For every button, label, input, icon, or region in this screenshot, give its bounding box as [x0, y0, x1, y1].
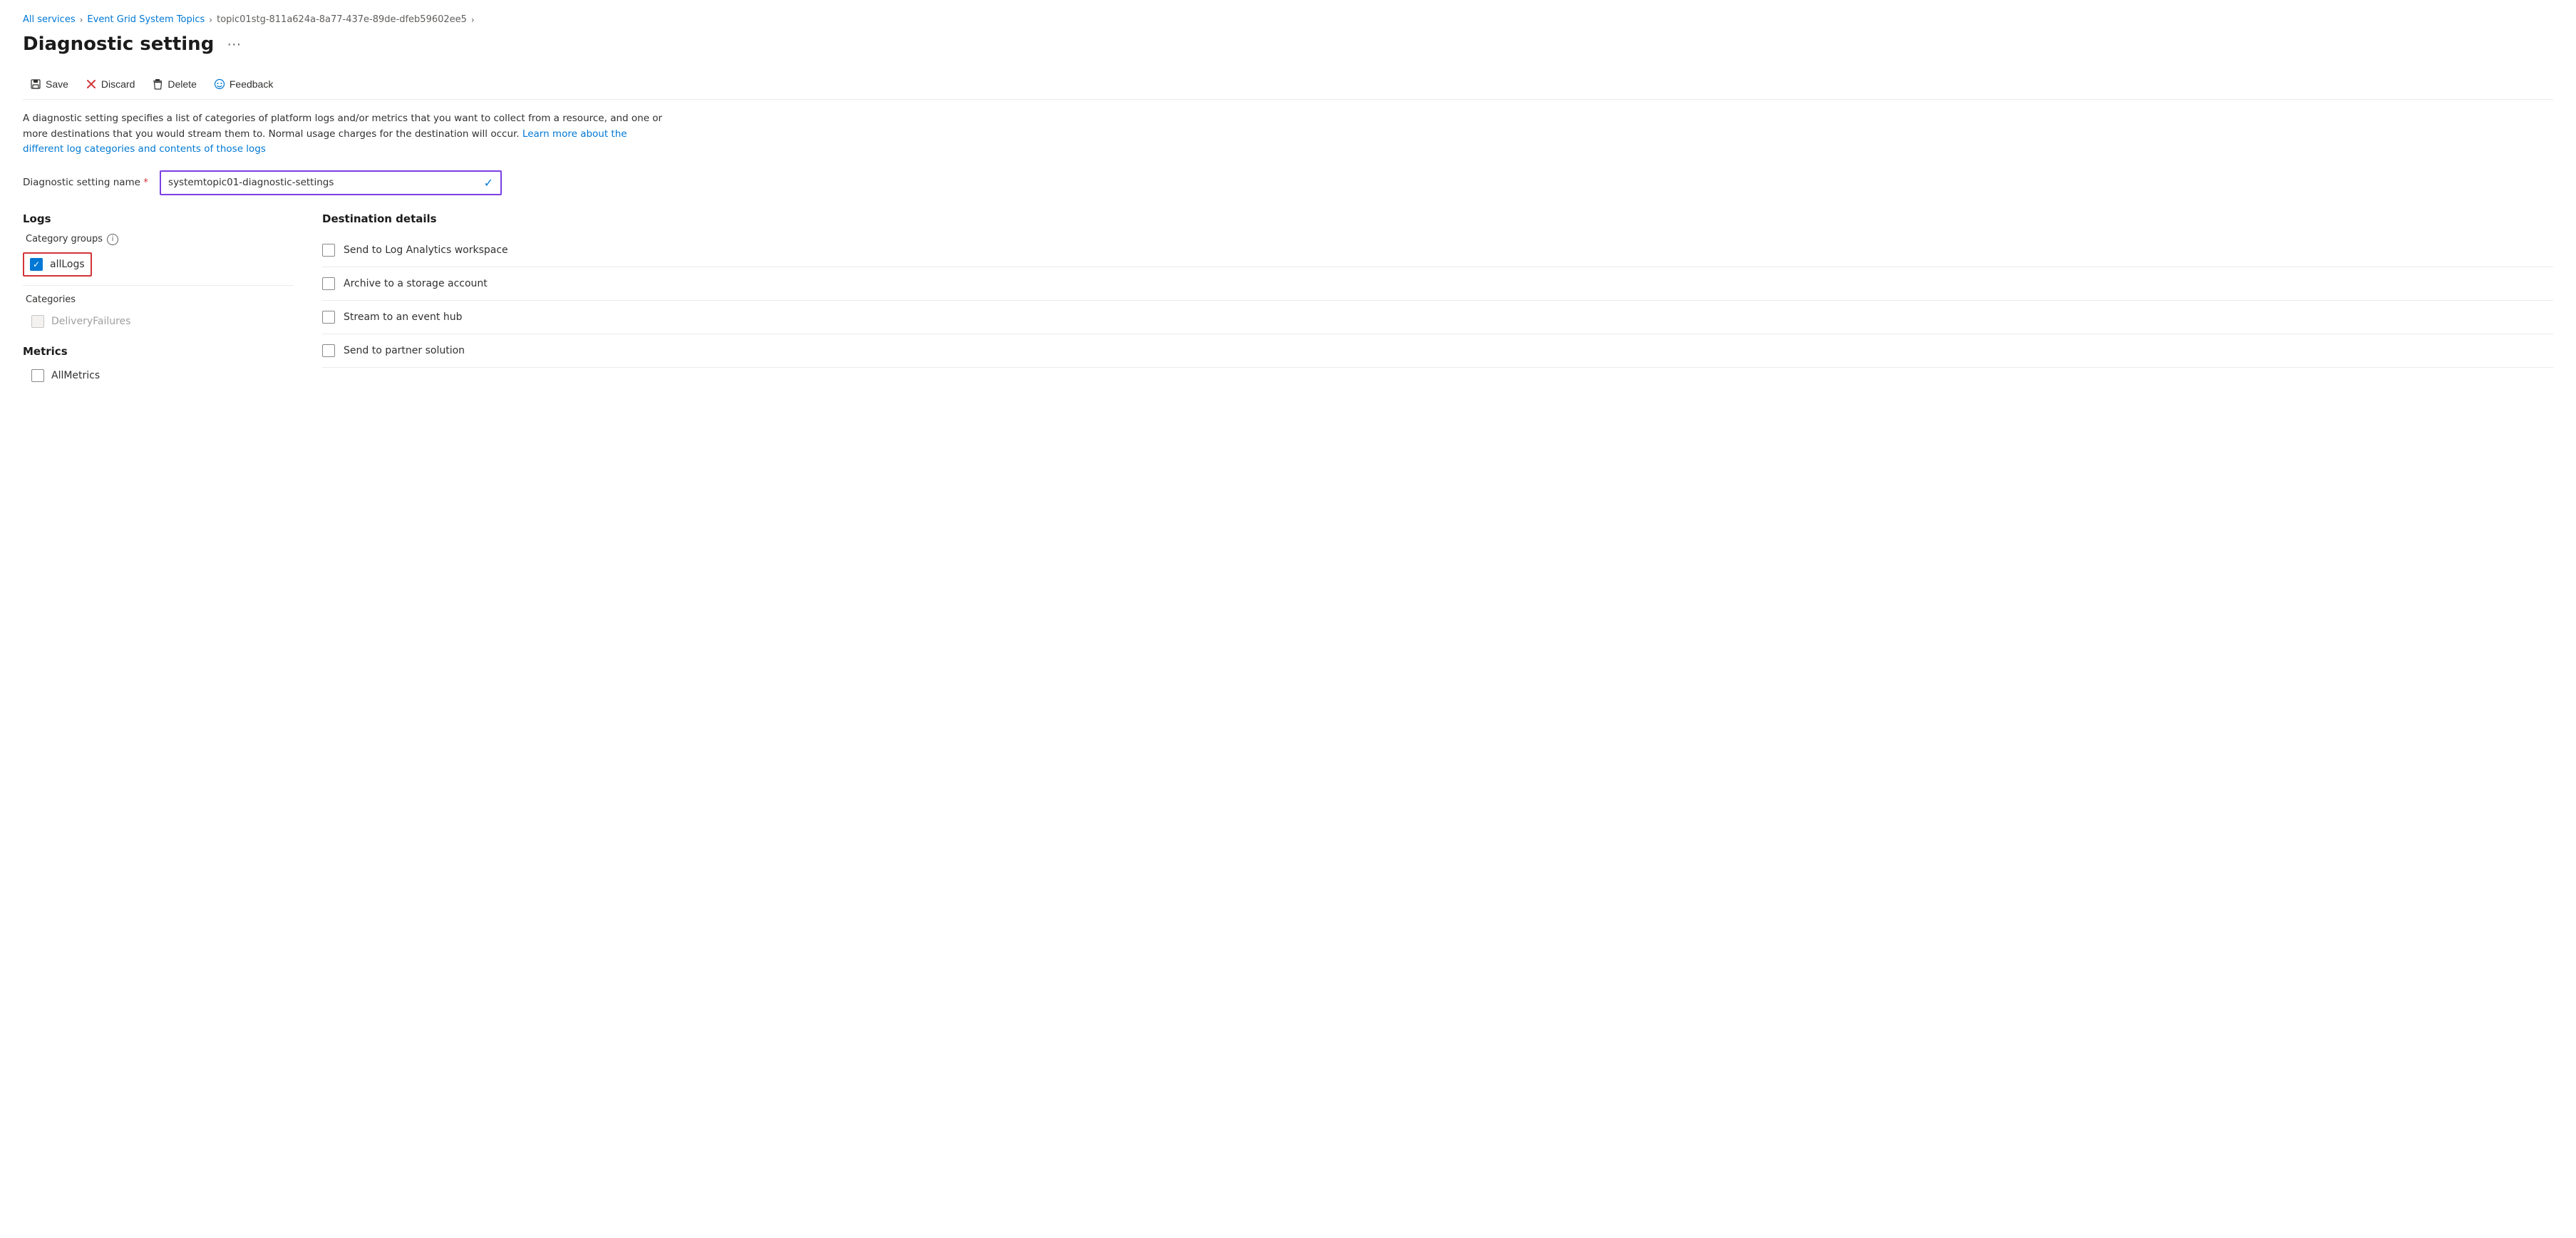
log-analytics-label: Send to Log Analytics workspace: [344, 244, 508, 256]
breadcrumb-topic: topic01stg-811a624a-8a77-437e-89de-dfeb5…: [217, 14, 467, 25]
log-analytics-checkbox[interactable]: [322, 244, 335, 257]
main-layout: Logs Category groups i allLogs Categorie…: [23, 212, 2553, 385]
setting-name-value: systemtopic01-diagnostic-settings: [168, 177, 334, 188]
ellipsis-button[interactable]: ···: [222, 35, 245, 54]
page-title-row: Diagnostic setting ···: [23, 33, 2553, 55]
delivery-failures-checkbox: [31, 315, 44, 328]
all-metrics-label: AllMetrics: [51, 370, 100, 381]
logs-divider: [23, 285, 294, 286]
storage-account-label: Archive to a storage account: [344, 278, 488, 289]
destination-log-analytics: Send to Log Analytics workspace: [322, 234, 2553, 267]
page-title: Diagnostic setting: [23, 33, 214, 55]
alllogs-label: allLogs: [50, 259, 85, 270]
delivery-failures-label: DeliveryFailures: [51, 316, 130, 327]
metrics-section: Metrics AllMetrics: [23, 345, 294, 385]
breadcrumb: All services › Event Grid System Topics …: [23, 14, 2553, 25]
feedback-label: Feedback: [230, 78, 273, 90]
toolbar: Save Discard Delete: [23, 69, 2553, 100]
destination-event-hub: Stream to an event hub: [322, 301, 2553, 334]
delete-button[interactable]: Delete: [145, 75, 203, 93]
metrics-section-header: Metrics: [23, 345, 294, 358]
discard-button[interactable]: Discard: [78, 75, 142, 93]
logs-section-header: Logs: [23, 212, 294, 225]
storage-account-checkbox[interactable]: [322, 277, 335, 290]
delete-icon: [152, 78, 163, 90]
all-metrics-checkbox[interactable]: [31, 369, 44, 382]
destination-partner-solution: Send to partner solution: [322, 334, 2553, 368]
breadcrumb-sep-2: ›: [209, 15, 212, 25]
delete-label: Delete: [168, 78, 196, 90]
event-hub-checkbox[interactable]: [322, 311, 335, 324]
event-hub-label: Stream to an event hub: [344, 311, 462, 323]
feedback-button[interactable]: Feedback: [207, 75, 280, 93]
left-panel: Logs Category groups i allLogs Categorie…: [23, 212, 294, 385]
discard-icon: [86, 78, 97, 90]
right-panel: Destination details Send to Log Analytic…: [322, 212, 2553, 385]
setting-name-label: Diagnostic setting name *: [23, 177, 148, 188]
setting-name-row: Diagnostic setting name * systemtopic01-…: [23, 170, 2553, 195]
save-button[interactable]: Save: [23, 75, 76, 93]
destination-storage-account: Archive to a storage account: [322, 267, 2553, 301]
destination-section-header: Destination details: [322, 212, 2553, 225]
save-label: Save: [46, 78, 68, 90]
alllogs-checkbox[interactable]: [30, 258, 43, 271]
description-text: A diagnostic setting specifies a list of…: [23, 111, 664, 158]
partner-solution-label: Send to partner solution: [344, 345, 465, 356]
required-star: *: [143, 177, 148, 188]
breadcrumb-sep-1: ›: [80, 15, 83, 25]
alllogs-row: allLogs: [23, 252, 92, 277]
categories-label: Categories: [23, 294, 294, 305]
feedback-icon: [214, 78, 225, 90]
delivery-failures-item: DeliveryFailures: [26, 312, 294, 331]
breadcrumb-all-services[interactable]: All services: [23, 14, 76, 25]
category-groups-info-icon[interactable]: i: [107, 234, 118, 245]
save-icon: [30, 78, 41, 90]
all-metrics-item: AllMetrics: [26, 366, 294, 385]
category-groups-label-row: Category groups i: [23, 234, 294, 245]
setting-name-input[interactable]: systemtopic01-diagnostic-settings ✓: [160, 170, 502, 195]
breadcrumb-event-grid[interactable]: Event Grid System Topics: [87, 14, 205, 25]
validation-checkmark-icon: ✓: [484, 176, 493, 190]
category-groups-text: Category groups: [26, 234, 103, 244]
partner-solution-checkbox[interactable]: [322, 344, 335, 357]
breadcrumb-sep-3: ›: [471, 15, 475, 25]
discard-label: Discard: [101, 78, 135, 90]
